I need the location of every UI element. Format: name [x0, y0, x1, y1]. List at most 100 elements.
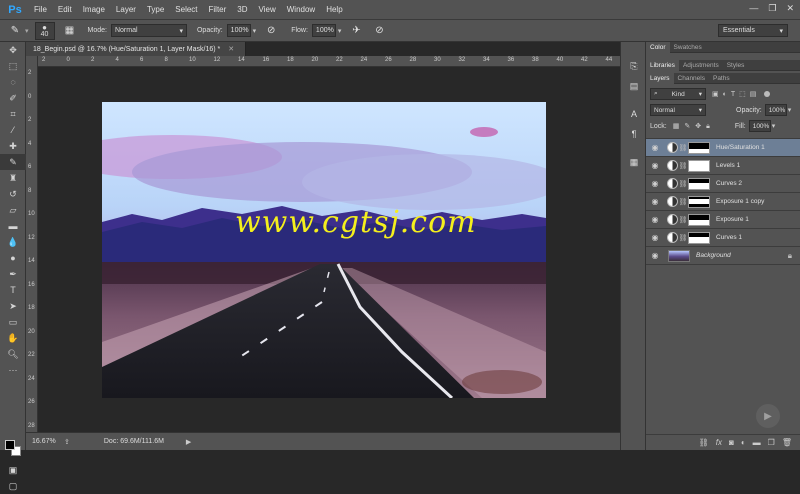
- layer-mask-thumbnail[interactable]: [688, 141, 710, 154]
- lock-options-icons[interactable]: ▦✎✥🔒︎: [673, 122, 715, 131]
- filter-type-icons[interactable]: ▣◐T⬚▤: [712, 90, 760, 98]
- horizontal-ruler[interactable]: 2 0 2 4 6 8 10 12 14 16 18 20 22 24 26 28 30 32 34 36 38 40 42…: [38, 56, 620, 67]
- airbrush-icon[interactable]: ✈: [349, 24, 363, 38]
- foreground-color-swatch[interactable]: [5, 440, 15, 450]
- link-icon[interactable]: ⛓: [678, 198, 688, 206]
- opacity-slider-icon[interactable]: ▾: [253, 27, 257, 35]
- menu-edit[interactable]: Edit: [58, 5, 72, 14]
- eye-icon[interactable]: ◉: [646, 161, 664, 170]
- tab-libraries[interactable]: Libraries: [646, 59, 679, 71]
- link-icon[interactable]: ⛓: [678, 180, 688, 188]
- tab-paths[interactable]: Paths: [709, 73, 734, 84]
- brush-tool-icon[interactable]: ✎: [0, 154, 26, 170]
- new-adjustment-icon[interactable]: ◐: [741, 438, 746, 447]
- opacity-slider-icon[interactable]: ▾: [788, 106, 792, 114]
- menu-filter[interactable]: Filter: [209, 5, 227, 14]
- screen-mode-icon[interactable]: ▢: [0, 478, 26, 494]
- preset-dropdown-icon[interactable]: ▾: [25, 27, 29, 35]
- tab-color[interactable]: Color: [646, 41, 670, 53]
- layer-opacity-input[interactable]: 100%: [764, 104, 787, 116]
- layer-mask-thumbnail[interactable]: [688, 195, 710, 208]
- eraser-tool-icon[interactable]: ▱: [0, 202, 26, 218]
- new-layer-icon[interactable]: ❐: [768, 438, 775, 447]
- tab-channels[interactable]: Channels: [674, 73, 709, 84]
- quick-select-tool-icon[interactable]: ✐: [0, 90, 26, 106]
- eye-icon[interactable]: ◉: [646, 233, 664, 242]
- link-icon[interactable]: ⛓: [678, 216, 688, 224]
- eye-icon[interactable]: ◉: [646, 215, 664, 224]
- pressure-size-icon[interactable]: ⊘: [372, 24, 386, 38]
- blur-tool-icon[interactable]: 💧: [0, 234, 26, 250]
- filter-toggle-icon[interactable]: [764, 91, 771, 97]
- eyedropper-tool-icon[interactable]: ⁄: [0, 122, 26, 138]
- layer-mask-thumbnail[interactable]: [688, 177, 710, 190]
- eye-icon[interactable]: ◉: [646, 197, 664, 206]
- new-group-icon[interactable]: ▬: [753, 438, 761, 447]
- layer-row-exposure[interactable]: ◉ ⛓ Exposure 1: [646, 211, 800, 229]
- link-icon[interactable]: ⛓: [678, 144, 688, 152]
- pen-tool-icon[interactable]: ✒: [0, 266, 26, 282]
- layer-name[interactable]: Hue/Saturation 1: [716, 144, 800, 151]
- move-tool-icon[interactable]: ✥: [0, 42, 26, 58]
- more-tools-icon[interactable]: ···: [0, 362, 26, 378]
- close-button[interactable]: ✕: [786, 3, 794, 14]
- restore-button[interactable]: ❐: [768, 3, 776, 14]
- brush-panel-icon[interactable]: ▦: [63, 24, 77, 38]
- history-brush-tool-icon[interactable]: ↺: [0, 186, 26, 202]
- delete-layer-icon[interactable]: 🗑︎: [782, 438, 792, 447]
- zoom-level[interactable]: 16.67%: [32, 438, 60, 445]
- menu-file[interactable]: File: [34, 5, 47, 14]
- workspace-select[interactable]: Essentials ▾: [718, 24, 788, 37]
- layer-name[interactable]: Exposure 1: [716, 216, 800, 223]
- rectangle-tool-icon[interactable]: ▭: [0, 314, 26, 330]
- dodge-tool-icon[interactable]: ●: [0, 250, 26, 266]
- flow-slider-icon[interactable]: ▾: [338, 27, 342, 35]
- gradient-tool-icon[interactable]: ▬: [0, 218, 26, 234]
- layer-style-icon[interactable]: fx: [716, 438, 722, 447]
- lasso-tool-icon[interactable]: ◌: [0, 74, 26, 90]
- hand-tool-icon[interactable]: ✋: [0, 330, 26, 346]
- layer-name[interactable]: Background: [696, 252, 788, 259]
- menu-3d[interactable]: 3D: [237, 5, 247, 14]
- quick-mask-icon[interactable]: ▣: [0, 462, 26, 478]
- layer-row-curves-2[interactable]: ◉ ⛓ Curves 2: [646, 175, 800, 193]
- layer-thumbnail[interactable]: [668, 249, 690, 262]
- history-panel-icon[interactable]: ⎘: [621, 56, 647, 76]
- layer-mask-thumbnail[interactable]: [688, 159, 710, 172]
- eye-icon[interactable]: ◉: [646, 143, 664, 152]
- vertical-ruler[interactable]: 2 0 2 4 6 8 10 12 14 16 18 20 22 24 26 28: [26, 56, 38, 432]
- layer-name[interactable]: Levels 1: [716, 162, 800, 169]
- layer-name[interactable]: Curves 2: [716, 180, 800, 187]
- menu-select[interactable]: Select: [175, 5, 197, 14]
- blend-mode-select[interactable]: Normal ▾: [650, 104, 706, 116]
- layer-name[interactable]: Curves 1: [716, 234, 800, 241]
- link-layers-icon[interactable]: ⛓: [699, 438, 709, 447]
- add-mask-icon[interactable]: ◙: [729, 438, 734, 447]
- link-icon[interactable]: ⛓: [678, 234, 688, 242]
- layer-mask-thumbnail[interactable]: [688, 231, 710, 244]
- menu-image[interactable]: Image: [83, 5, 105, 14]
- menu-layer[interactable]: Layer: [116, 5, 136, 14]
- paragraph-panel-icon[interactable]: ¶: [621, 124, 647, 144]
- status-menu-icon[interactable]: ▶: [186, 438, 191, 446]
- flow-input[interactable]: 100%: [311, 24, 336, 37]
- opacity-input[interactable]: 100%: [226, 24, 251, 37]
- swatches-panel-icon[interactable]: ▦: [621, 152, 647, 172]
- layer-fill-input[interactable]: 100%: [748, 120, 771, 132]
- tab-adjustments[interactable]: Adjustments: [679, 60, 723, 71]
- character-panel-icon[interactable]: A: [621, 104, 647, 124]
- path-select-tool-icon[interactable]: ➤: [0, 298, 26, 314]
- brush-preset-icon[interactable]: ✎: [8, 24, 22, 38]
- eye-icon[interactable]: ◉: [646, 251, 664, 260]
- layer-name[interactable]: Exposure 1 copy: [716, 198, 800, 205]
- layer-row-curves-1[interactable]: ◉ ⛓ Curves 1: [646, 229, 800, 247]
- pressure-opacity-icon[interactable]: ⊘: [264, 24, 278, 38]
- link-icon[interactable]: ⛓: [678, 162, 688, 170]
- menu-window[interactable]: Window: [287, 5, 315, 14]
- type-tool-icon[interactable]: T: [0, 282, 26, 298]
- menu-type[interactable]: Type: [147, 5, 164, 14]
- layer-row-background[interactable]: ◉ Background 🔒︎: [646, 247, 800, 265]
- tab-styles[interactable]: Styles: [723, 60, 749, 71]
- layer-row-exposure-copy[interactable]: ◉ ⛓ Exposure 1 copy: [646, 193, 800, 211]
- healing-brush-tool-icon[interactable]: ✚: [0, 138, 26, 154]
